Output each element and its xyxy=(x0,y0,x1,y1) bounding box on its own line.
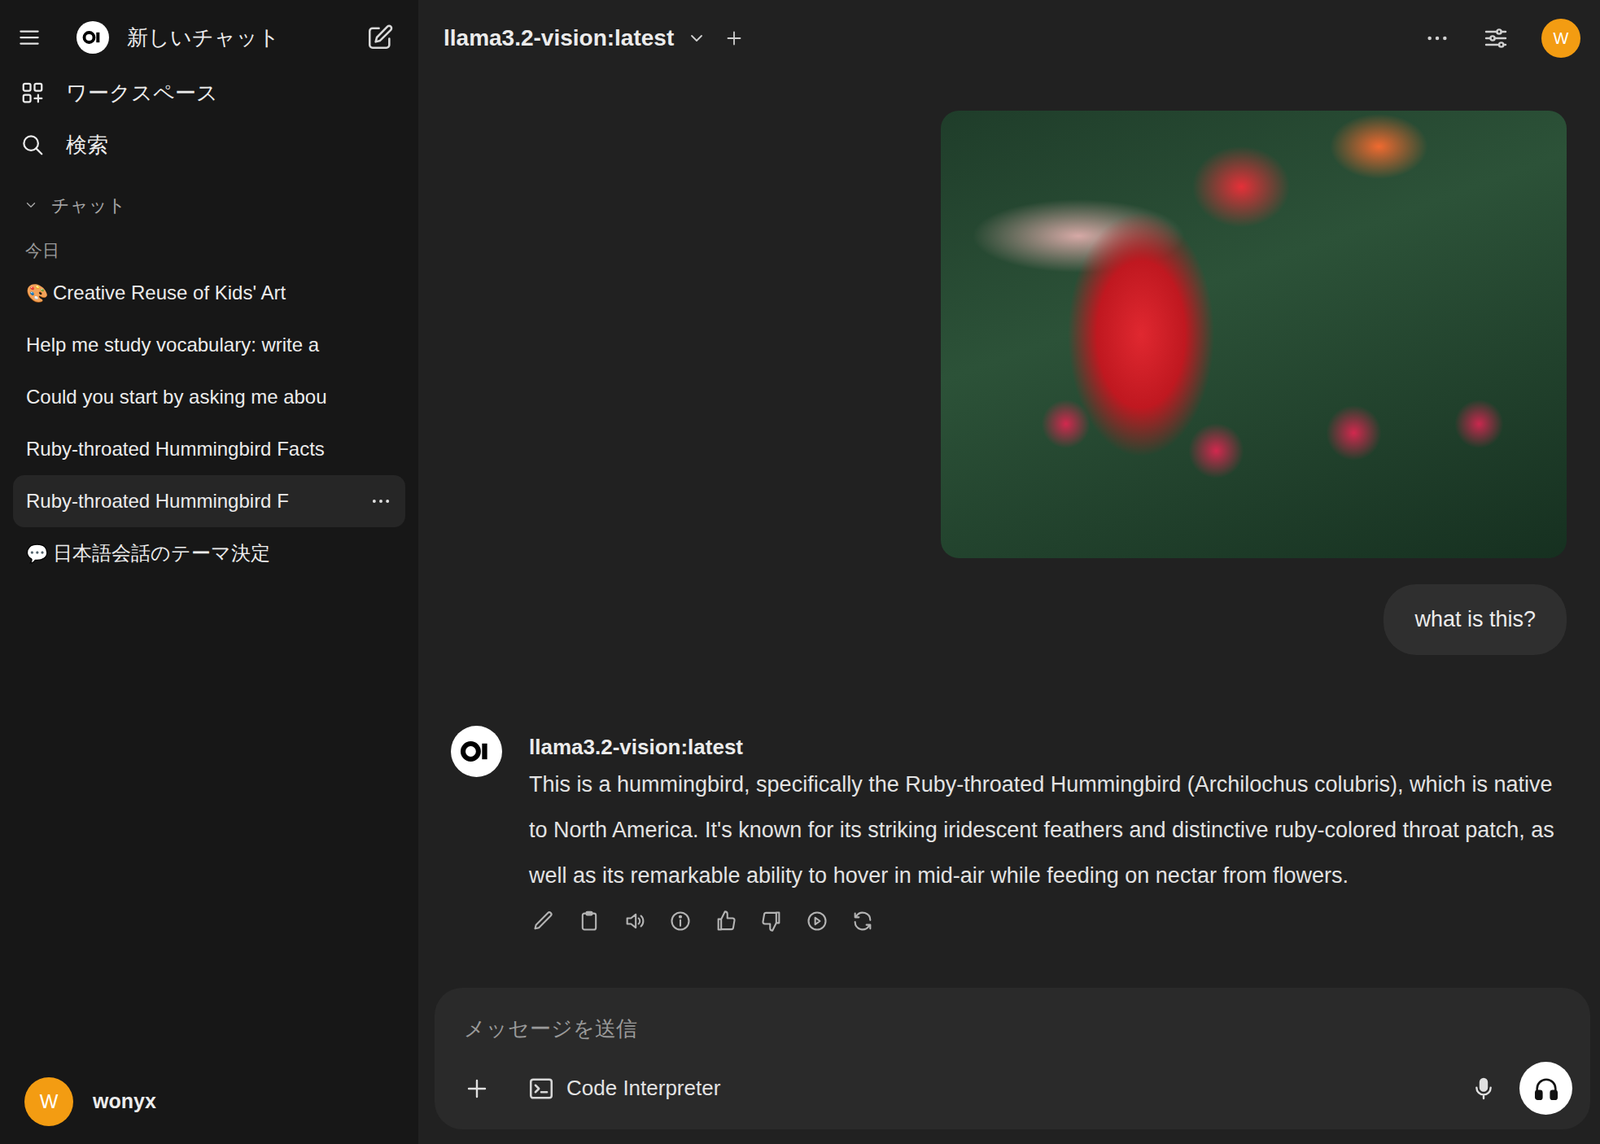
thumbs-up-icon[interactable] xyxy=(708,903,744,940)
more-icon[interactable] xyxy=(369,489,393,513)
more-icon[interactable] xyxy=(1424,25,1451,52)
chat-item[interactable]: Help me study vocabulary: write a xyxy=(13,319,406,372)
chat-emoji: 💬 xyxy=(26,540,49,568)
chat-item[interactable]: Ruby-throated Hummingbird F xyxy=(13,475,406,528)
user-name[interactable]: wonyx xyxy=(92,1086,157,1118)
nav-label[interactable]: ワークスペース xyxy=(65,77,219,110)
message-text: This is a hummingbird, specifically the … xyxy=(528,761,1567,899)
sidebar-nav-item[interactable]: ワークスペース xyxy=(13,66,406,119)
chat-title[interactable]: 日本語会話のテーマ決定 xyxy=(52,538,271,569)
user-avatar[interactable]: W xyxy=(24,1077,74,1127)
composer: Code Interpreter xyxy=(418,987,1600,1144)
user-message: what is this? xyxy=(450,584,1567,655)
message-body: llama3.2-vision:latestThis is a hummingb… xyxy=(528,725,1567,940)
terminal-icon[interactable] xyxy=(527,1075,556,1103)
headphones-icon[interactable] xyxy=(1532,1075,1561,1103)
nav-label[interactable]: 検索 xyxy=(65,129,109,162)
sidebar: 新しいチャットワークスペース検索チャット今日🎨Creative Reuse of… xyxy=(0,0,419,1144)
date-group-label: 今日 xyxy=(13,234,406,267)
chat-item[interactable]: Could you start by asking me abou xyxy=(13,371,406,424)
read-aloud-icon[interactable] xyxy=(616,903,653,940)
voice-mode-button[interactable] xyxy=(1519,1062,1573,1115)
new-chat-icon[interactable] xyxy=(366,23,394,52)
regenerate-icon[interactable] xyxy=(844,903,881,940)
edit-icon[interactable] xyxy=(525,903,562,940)
section-label[interactable]: チャット xyxy=(51,192,127,219)
plus-icon[interactable] xyxy=(724,28,744,49)
assistant-message: llama3.2-vision:latestThis is a hummingb… xyxy=(450,725,1567,940)
model-logo-icon xyxy=(450,725,503,778)
chat-title[interactable]: Help me study vocabulary: write a xyxy=(26,330,320,360)
chat-item[interactable]: 💬日本語会話のテーマ決定 xyxy=(13,527,406,580)
composer-toolbar: Code Interpreter xyxy=(463,1062,1573,1115)
message-composer: Code Interpreter xyxy=(434,987,1591,1130)
chat-item[interactable]: 🎨Creative Reuse of Kids' Art xyxy=(13,266,406,320)
chevron-down-icon[interactable] xyxy=(686,28,707,49)
user-message xyxy=(450,110,1567,559)
tool-label[interactable]: Code Interpreter xyxy=(566,1072,721,1105)
chat-title[interactable]: Could you start by asking me abou xyxy=(26,382,328,412)
chat-title[interactable]: Ruby-throated Hummingbird Facts xyxy=(26,434,325,464)
model-name: llama3.2-vision:latest xyxy=(528,734,1567,761)
logo-icon xyxy=(76,21,110,54)
app-window: 新しいチャットワークスペース検索チャット今日🎨Creative Reuse of… xyxy=(0,0,1600,1144)
thumbs-down-icon[interactable] xyxy=(753,903,790,940)
message-input[interactable] xyxy=(463,1005,1573,1052)
user-avatar[interactable]: W xyxy=(1541,18,1581,58)
top-bar: llama3.2-vision:latest W xyxy=(418,0,1600,77)
microphone-icon[interactable] xyxy=(1470,1075,1497,1102)
settings-sliders-icon[interactable] xyxy=(1482,25,1509,52)
chat-panel: llama3.2-vision:latest Wwhat is this? llam… xyxy=(418,0,1600,1144)
plus-icon[interactable] xyxy=(463,1075,490,1102)
workspace-icon[interactable] xyxy=(20,80,45,105)
chevron-icon[interactable] xyxy=(23,197,39,213)
message-bubble: what is this? xyxy=(1383,584,1567,655)
continue-icon[interactable] xyxy=(799,903,835,940)
user-menu[interactable]: Wwonyx xyxy=(13,1077,406,1127)
search-icon[interactable] xyxy=(20,132,45,158)
model-selector[interactable]: llama3.2-vision:latest xyxy=(443,21,674,56)
chat-emoji: 🎨 xyxy=(26,279,49,307)
message-list: what is this?llama3.2-vision:latestThis … xyxy=(418,0,1600,988)
chat-title[interactable]: Ruby-throated Hummingbird F xyxy=(26,486,289,516)
attached-photo[interactable] xyxy=(940,110,1567,559)
message-actions xyxy=(525,903,1567,940)
info-icon[interactable] xyxy=(662,903,699,940)
top-actions: W xyxy=(1424,18,1581,58)
chat-title[interactable]: Creative Reuse of Kids' Art xyxy=(52,278,286,308)
sidebar-header: 新しいチャット xyxy=(13,16,406,59)
menu-icon[interactable] xyxy=(17,25,42,50)
chat-section-header[interactable]: チャット xyxy=(13,187,406,223)
code-interpreter-button[interactable]: Code Interpreter xyxy=(527,1072,721,1105)
copy-icon[interactable] xyxy=(571,903,608,940)
new-chat-link[interactable]: 新しいチャット xyxy=(126,21,280,54)
sidebar-nav-item[interactable]: 検索 xyxy=(13,118,406,171)
chat-item[interactable]: Ruby-throated Hummingbird Facts xyxy=(13,423,406,476)
